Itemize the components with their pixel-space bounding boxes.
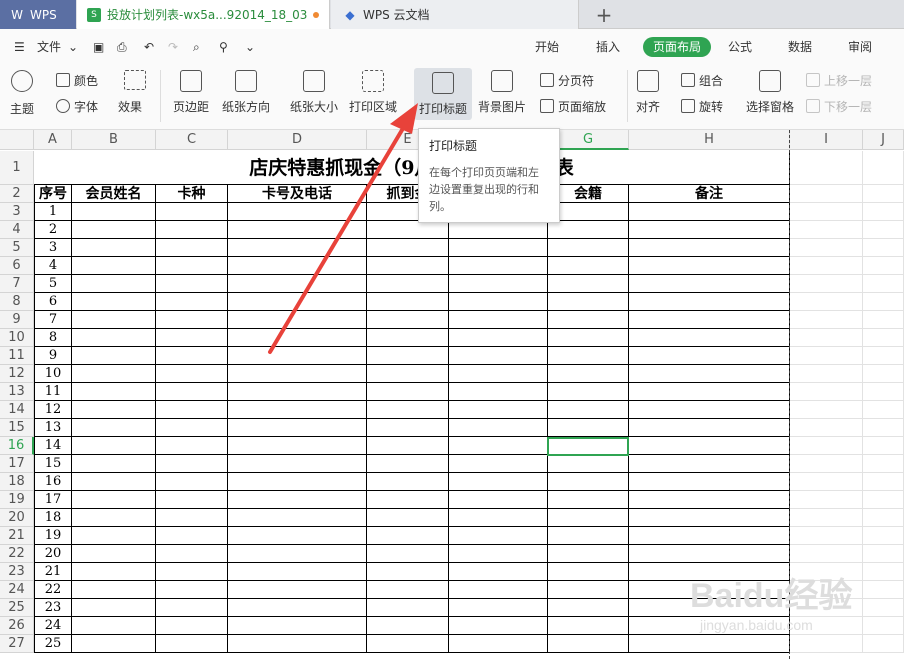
tooltip-title: 打印标题 — [429, 139, 478, 153]
tooltip-description: 在每个打印页页端和左边设置重复出现的行和列。 — [429, 166, 539, 213]
annotation-arrow — [268, 103, 418, 354]
print-titles-tooltip: 打印标题 在每个打印页页端和左边设置重复出现的行和列。 — [418, 128, 560, 223]
